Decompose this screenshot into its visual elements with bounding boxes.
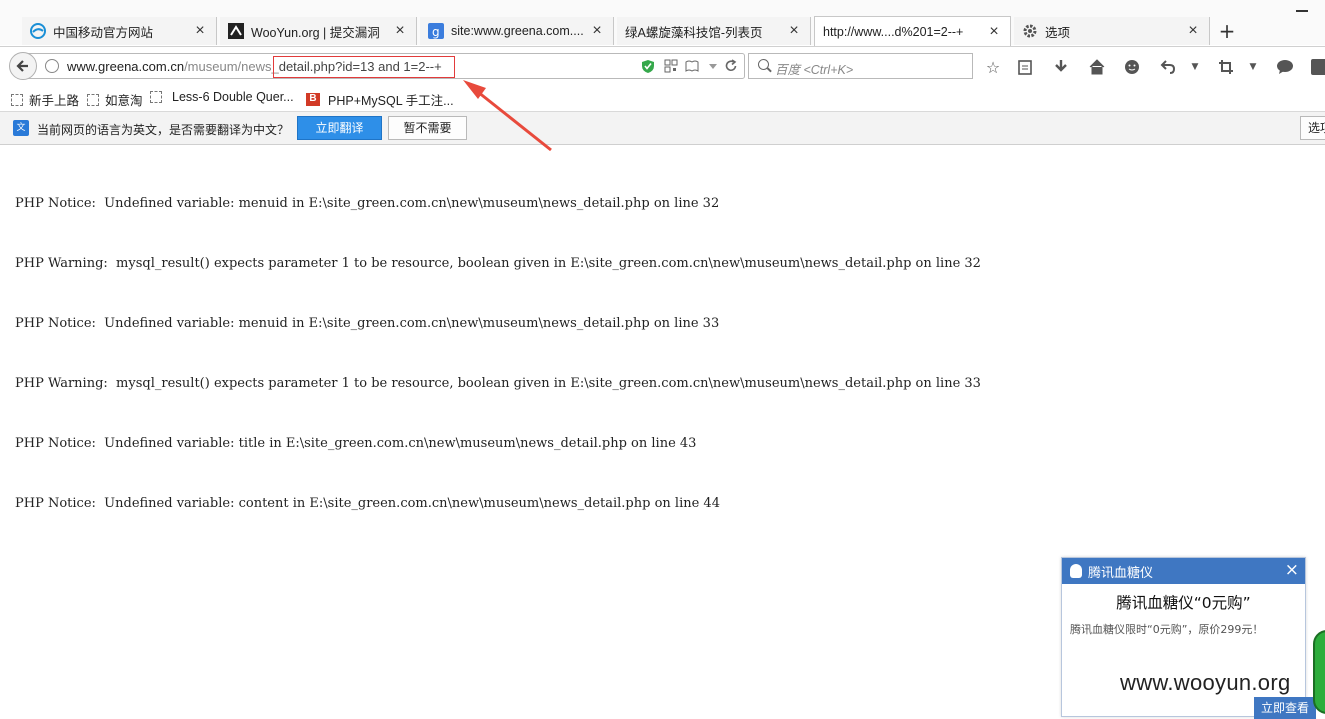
watermark: www.wooyun.org (1120, 670, 1291, 695)
url-highlight-annotation (273, 56, 455, 78)
decline-translate-button[interactable]: 暂不需要 (388, 116, 467, 140)
dropdown-icon[interactable] (706, 59, 720, 73)
floating-widget[interactable] (1313, 630, 1325, 714)
qrcode-icon[interactable] (664, 59, 678, 73)
popup-title[interactable]: 腾讯血糖仪“0元购” (1062, 591, 1305, 613)
bookmark-item[interactable]: Less-6 Double Quer... (150, 90, 294, 104)
bookmarks-bar: 新手上路 如意淘 Less-6 Double Quer... B PHP+MyS… (0, 86, 1325, 112)
tab-wooyun[interactable]: WooYun.org | 提交漏洞 × (220, 17, 417, 45)
star-icon[interactable]: ☆ (983, 57, 1003, 77)
page-content: PHP Notice: Undefined variable: menuid i… (15, 154, 981, 534)
chevron-down-icon[interactable]: ▼ (1243, 57, 1263, 77)
close-icon[interactable]: × (786, 22, 802, 40)
close-icon[interactable]: × (986, 23, 1002, 41)
reload-icon[interactable] (724, 59, 738, 73)
home-icon[interactable] (1087, 57, 1107, 77)
search-input[interactable]: 百度 <Ctrl+K> (748, 53, 973, 79)
bookmark-label: PHP+MySQL 手工注... (328, 94, 454, 108)
clipboard-icon[interactable] (1015, 57, 1035, 77)
search-icon (758, 59, 769, 70)
translate-now-button[interactable]: 立即翻译 (297, 116, 382, 140)
brand-logo-icon: B (306, 93, 320, 106)
page-icon (150, 91, 162, 103)
bookmark-label: 新手上路 (29, 94, 80, 108)
reader-icon[interactable] (685, 59, 699, 73)
tab-label: http://www....d%201=2--+ (823, 24, 964, 39)
tab-current[interactable]: http://www....d%201=2--+ × (814, 16, 1011, 46)
page-icon (87, 93, 99, 106)
bookmark-label: 如意淘 (105, 94, 143, 108)
bookmark-item[interactable]: B PHP+MySQL 手工注... (306, 90, 454, 109)
translate-bar: 文 当前网页的语言为英文，是否需要翻译为中文？ 立即翻译 暂不需要 选项 (0, 112, 1325, 145)
translate-message: 当前网页的语言为英文，是否需要翻译为中文？ (37, 123, 290, 137)
back-button[interactable] (9, 52, 37, 80)
crop-icon[interactable] (1216, 57, 1236, 77)
globe-icon (45, 59, 59, 73)
google-icon: g (428, 23, 444, 39)
account-icon[interactable] (1309, 57, 1325, 77)
popup-header: 腾讯血糖仪 × (1062, 558, 1305, 584)
close-icon[interactable]: × (392, 22, 408, 40)
wooyun-icon (228, 23, 244, 39)
chat-icon[interactable] (1275, 57, 1295, 77)
close-icon[interactable]: × (1285, 560, 1299, 580)
error-line: PHP Warning: mysql_result() expects para… (15, 376, 981, 391)
page-icon (11, 93, 23, 106)
close-icon[interactable]: × (589, 22, 605, 40)
url-path: /museum/news_ (184, 59, 279, 74)
shield-icon[interactable] (641, 59, 655, 73)
minimize-icon[interactable] (1296, 10, 1308, 12)
tab-china-mobile[interactable]: 中国移动官方网站 × (22, 17, 217, 45)
translate-icon: 文 (13, 120, 29, 136)
gear-icon (1022, 23, 1038, 39)
svg-text:g: g (432, 25, 440, 39)
error-line: PHP Warning: mysql_result() expects para… (15, 256, 981, 271)
china-mobile-icon (30, 23, 46, 39)
bookmark-item[interactable]: 新手上路 (11, 90, 79, 109)
tab-label: 绿A螺旋藻科技馆-列表页 (625, 25, 763, 40)
navigation-bar: www.greena.com.cn/museum/news_detail.php… (0, 46, 1325, 87)
view-now-button[interactable]: 立即查看 (1254, 697, 1316, 719)
tab-label: 中国移动官方网站 (53, 25, 154, 40)
bookmark-item[interactable]: 如意淘 (87, 90, 143, 109)
error-line: PHP Notice: Undefined variable: menuid i… (15, 316, 720, 331)
tab-list-page[interactable]: 绿A螺旋藻科技馆-列表页 × (617, 17, 811, 45)
tab-google-search[interactable]: g site:www.greena.com.... × (420, 17, 614, 45)
chevron-down-icon[interactable]: ▼ (1185, 57, 1205, 77)
url-domain: www.greena.com.cn (67, 59, 185, 74)
tab-strip: 中国移动官方网站 × WooYun.org | 提交漏洞 × g site:ww… (0, 0, 1325, 46)
download-icon[interactable] (1051, 57, 1071, 77)
qq-penguin-icon (1070, 564, 1082, 578)
popup-header-title: 腾讯血糖仪 (1088, 565, 1154, 581)
bookmark-label: Less-6 Double Quer... (172, 90, 294, 104)
tab-label: site:www.greena.com.... (451, 24, 584, 38)
error-line: PHP Notice: Undefined variable: menuid i… (15, 196, 720, 211)
translate-options-button[interactable]: 选项 (1300, 116, 1325, 140)
back-arrow-icon (16, 60, 28, 72)
search-placeholder: 百度 <Ctrl+K> (775, 63, 854, 77)
tab-options[interactable]: 选项 × (1014, 17, 1210, 45)
emoji-icon[interactable] (1122, 57, 1142, 77)
tab-label: 选项 (1045, 25, 1071, 40)
tab-label: WooYun.org | 提交漏洞 (251, 25, 380, 40)
popup-description: 腾讯血糖仪限时“0元购”，原价299元！ (1070, 623, 1264, 636)
error-line: PHP Notice: Undefined variable: content … (15, 496, 720, 511)
new-tab-button[interactable]: + (1215, 19, 1239, 43)
undo-icon[interactable] (1158, 57, 1178, 77)
error-line: PHP Notice: Undefined variable: title in… (15, 436, 697, 451)
close-icon[interactable]: × (192, 22, 208, 40)
close-icon[interactable]: × (1185, 22, 1201, 40)
